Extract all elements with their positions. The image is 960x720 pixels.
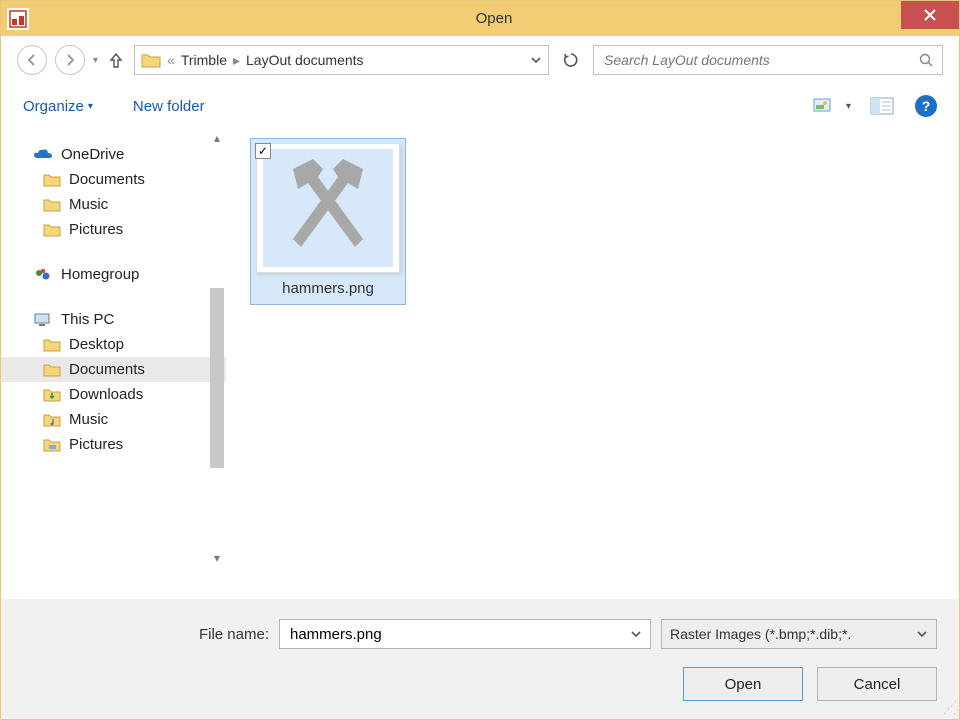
file-list[interactable]: ✓ hammers.png — [226, 128, 959, 568]
view-mode-button[interactable] — [812, 92, 840, 120]
address-dropdown-icon[interactable] — [530, 54, 542, 66]
main-area: OneDrive Documents Music Pictures — [1, 128, 959, 568]
tree-item-desktop[interactable]: Desktop — [1, 332, 226, 357]
tree-header-homegroup[interactable]: Homegroup — [1, 262, 226, 287]
tree-item-downloads[interactable]: Downloads — [1, 382, 226, 407]
chevron-right-icon: ▸ — [233, 52, 240, 69]
scroll-thumb[interactable] — [210, 288, 224, 468]
onedrive-icon — [33, 148, 53, 162]
scroll-up-icon[interactable]: ▴ — [208, 128, 226, 148]
nav-tree: OneDrive Documents Music Pictures — [1, 128, 226, 568]
title-bar: Open — [1, 1, 959, 36]
open-dialog: Open ▾ « Trimble ▸ LayOut documents — [0, 0, 960, 720]
file-name-row: File name: Raster Images (*.bmp;*.dib;*. — [23, 619, 937, 649]
tree-header-onedrive[interactable]: OneDrive — [1, 142, 226, 167]
close-button[interactable] — [901, 1, 959, 29]
address-bar[interactable]: « Trimble ▸ LayOut documents — [134, 45, 549, 75]
file-item[interactable]: ✓ hammers.png — [250, 138, 406, 305]
folder-icon — [43, 387, 61, 403]
folder-icon — [43, 197, 61, 213]
preview-pane-button[interactable] — [869, 92, 897, 120]
forward-button[interactable] — [55, 45, 85, 75]
folder-icon — [43, 412, 61, 428]
organize-menu[interactable]: Organize ▾ — [23, 98, 93, 115]
file-thumbnail — [256, 143, 400, 273]
folder-icon — [43, 362, 61, 378]
tree-item-onedrive-music[interactable]: Music — [1, 192, 226, 217]
file-name-combobox[interactable] — [279, 619, 651, 649]
command-bar: Organize ▾ New folder ▾ — [1, 84, 959, 128]
tree-group-thispc: This PC Desktop Documents Downloads Musi… — [1, 307, 226, 457]
view-dropdown-icon[interactable]: ▾ — [846, 101, 851, 112]
folder-icon — [141, 51, 161, 69]
resize-grip-icon[interactable]: ⋰⋰⋰ — [943, 703, 957, 717]
this-pc-icon — [33, 312, 53, 328]
app-icon — [7, 8, 29, 30]
folder-icon — [43, 222, 61, 238]
up-button[interactable] — [106, 50, 126, 70]
chevron-down-icon: ▾ — [88, 101, 93, 112]
tree-item-documents[interactable]: Documents — [1, 357, 226, 382]
search-box[interactable] — [593, 45, 943, 75]
chevron-down-icon[interactable] — [916, 628, 928, 640]
search-input[interactable] — [602, 51, 918, 69]
file-name-input[interactable] — [288, 625, 630, 644]
folder-icon — [43, 337, 61, 353]
window-title: Open — [29, 10, 959, 27]
button-row: Open Cancel — [23, 667, 937, 701]
nav-row: ▾ « Trimble ▸ LayOut documents — [1, 36, 959, 84]
file-name: hammers.png — [282, 277, 374, 302]
folder-icon — [43, 172, 61, 188]
chevron-down-icon[interactable] — [630, 628, 642, 640]
tree-group-homegroup: Homegroup — [1, 262, 226, 287]
tree-scrollbar[interactable]: ▴ ▾ — [208, 128, 226, 568]
tree-item-pictures[interactable]: Pictures — [1, 432, 226, 457]
tree-item-onedrive-pictures[interactable]: Pictures — [1, 217, 226, 242]
cancel-button[interactable]: Cancel — [817, 667, 937, 701]
tree-item-music[interactable]: Music — [1, 407, 226, 432]
recent-locations-dropdown-icon[interactable]: ▾ — [93, 55, 98, 66]
breadcrumb-prefix: « — [167, 52, 175, 68]
search-icon[interactable] — [918, 52, 934, 68]
new-folder-button[interactable]: New folder — [133, 98, 205, 115]
tree-item-onedrive-documents[interactable]: Documents — [1, 167, 226, 192]
refresh-button[interactable] — [557, 46, 585, 74]
bottom-panel: File name: Raster Images (*.bmp;*.dib;*.… — [1, 599, 959, 719]
scroll-down-icon[interactable]: ▾ — [208, 548, 226, 568]
help-button[interactable]: ? — [915, 95, 937, 117]
breadcrumb-part-0[interactable]: Trimble — [181, 52, 227, 68]
tree-header-thispc[interactable]: This PC — [1, 307, 226, 332]
homegroup-icon — [33, 267, 53, 283]
open-button[interactable]: Open — [683, 667, 803, 701]
breadcrumb-part-1[interactable]: LayOut documents — [246, 52, 364, 68]
file-checkbox[interactable]: ✓ — [255, 143, 271, 159]
tree-group-onedrive: OneDrive Documents Music Pictures — [1, 142, 226, 242]
file-name-label: File name: — [23, 626, 269, 643]
file-type-filter[interactable]: Raster Images (*.bmp;*.dib;*. — [661, 619, 937, 649]
back-button[interactable] — [17, 45, 47, 75]
folder-icon — [43, 437, 61, 453]
